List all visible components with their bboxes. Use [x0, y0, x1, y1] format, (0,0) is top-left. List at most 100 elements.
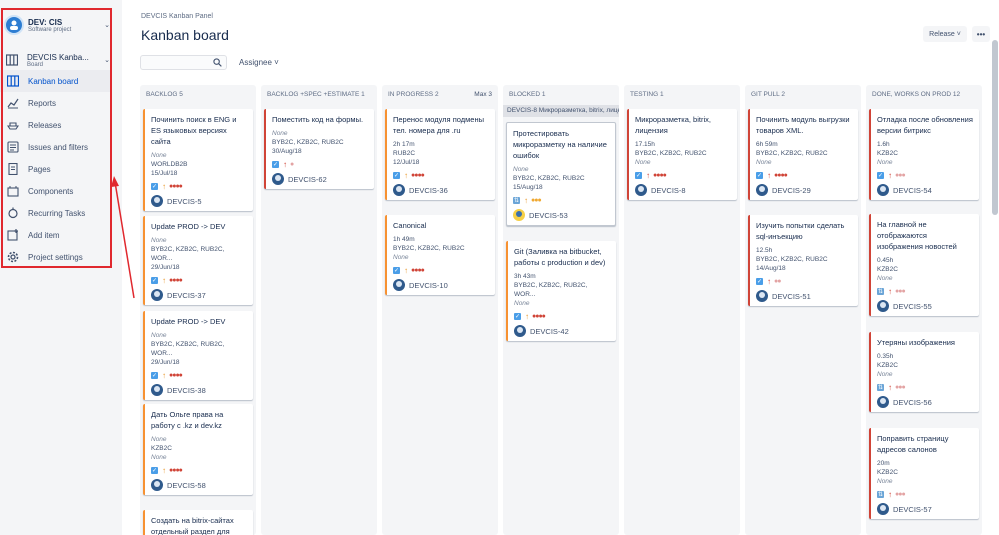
card-meta: 3h 43m [514, 273, 536, 280]
estimate-dots-icon: ●●● [895, 172, 906, 179]
sidebar-item-recurring-tasks[interactable]: Recurring Tasks [0, 202, 112, 224]
release-button[interactable]: Release ˅ [923, 26, 967, 42]
card-title: Изучить попытки сделать sql-инъекцию [756, 221, 845, 241]
issue-key[interactable]: DEVCIS-38 [167, 386, 206, 395]
issue-key[interactable]: DEVCIS-36 [409, 186, 448, 195]
card-meta: 12.5h [756, 247, 773, 254]
sidebar-item-issues[interactable]: Issues and filters [0, 136, 112, 158]
sidebar-item-add-item[interactable]: Add item [0, 224, 112, 246]
chevron-down-icon[interactable]: ⌄ [104, 56, 110, 64]
priority-arrow-icon: ↑ [525, 312, 529, 321]
issue-key[interactable]: DEVCIS-10 [409, 281, 448, 290]
sidebar-item-pages[interactable]: Pages [0, 158, 112, 180]
sidebar-item-kanban-board[interactable]: Kanban board [0, 70, 112, 92]
issue-card[interactable]: Перенос модуля подмены тел. номера для .… [385, 109, 495, 200]
issue-card[interactable]: Починить поиск в ENG и ES языковых верси… [143, 109, 253, 211]
issue-card[interactable]: На главной не отображаются изображения н… [869, 214, 979, 316]
sidebar-item-components[interactable]: Components [0, 180, 112, 202]
task-type-icon: ✓ [877, 172, 884, 179]
sidebar-item-reports[interactable]: Reports [0, 92, 112, 114]
estimate-dots-icon: ●●●● [411, 172, 425, 179]
issue-key[interactable]: DEVCIS-53 [529, 211, 568, 220]
card-meta: None [272, 130, 288, 137]
card-title: Протестировать микроразметку на наличие … [513, 129, 607, 160]
card-meta: 29/Jun/18 [151, 264, 180, 271]
column-header: BACKLOG +SPEC +ESTIMATE 1 [261, 85, 377, 105]
column-blocked: BLOCKED 1 DEVCIS-8 Микроразметка, bitrix… [503, 85, 619, 535]
column-header: IN PROGRESS 2 Max 3 [382, 85, 498, 105]
issue-key[interactable]: DEVCIS-56 [893, 398, 932, 407]
issue-key[interactable]: DEVCIS-8 [651, 186, 686, 195]
issue-card[interactable]: Изучить попытки сделать sql-инъекцию 12.… [748, 215, 858, 306]
page-icon [8, 163, 18, 175]
issue-key[interactable]: DEVCIS-54 [893, 186, 932, 195]
sidebar-item-label: Pages [28, 164, 51, 174]
estimate-dots-icon: ●●●● [169, 277, 183, 284]
sidebar-item-releases[interactable]: Releases [0, 114, 112, 136]
issue-card[interactable]: Протестировать микроразметку на наличие … [506, 122, 616, 226]
priority-arrow-icon: ↑ [888, 287, 892, 296]
issue-card[interactable]: Отладка после обновления версии битрикс … [869, 109, 979, 200]
task-type-icon: ✓ [635, 172, 642, 179]
issue-key[interactable]: DEVCIS-62 [288, 175, 327, 184]
issue-card[interactable]: Поправить страницу адресов салонов 20m K… [869, 428, 979, 519]
priority-arrow-icon: ↑ [283, 160, 287, 169]
issue-key[interactable]: DEVCIS-42 [530, 327, 569, 336]
issue-card[interactable]: Update PROD -> DEV None BYB2C, KZB2C, RU… [143, 311, 253, 400]
issue-key[interactable]: DEVCIS-51 [772, 292, 811, 301]
sidebar-item-project-settings[interactable]: Project settings [0, 246, 112, 268]
sidebar-item-label: Components [28, 186, 74, 196]
task-type-icon: ✓ [151, 277, 158, 284]
issue-card[interactable]: Создать на bitrix-сайтах отдельный разде… [143, 510, 253, 535]
issue-key[interactable]: DEVCIS-57 [893, 505, 932, 514]
issue-card[interactable]: Поместить код на формы. None BYB2C, KZB2… [264, 109, 374, 189]
column-git-pull: GIT PULL 2 Починить модуль выгрузки това… [745, 85, 861, 535]
card-meta: None [756, 159, 772, 166]
issue-card[interactable]: Починить модуль выгрузки товаров XML. 6h… [748, 109, 858, 200]
chevron-down-icon[interactable]: ⌄ [104, 21, 110, 29]
issue-card[interactable]: Дать Ольге права на работу с .kz и dev.k… [143, 404, 253, 495]
swimlane-header[interactable]: DEVCIS-8 Микроразметка, bitrix, лиценз [503, 105, 619, 117]
issue-card[interactable]: Утеряны изображения 0.35h KZB2C None ⇅ ↑ ●… [869, 332, 979, 412]
issue-key[interactable]: DEVCIS-37 [167, 291, 206, 300]
issue-card[interactable]: Canonical 1h 49m BYB2C, KZB2C, RUB2C Non… [385, 215, 495, 295]
column-title: BLOCKED 1 [509, 91, 546, 98]
project-name: DEV: CIS [28, 17, 63, 27]
sidebar-item-label: Project settings [28, 252, 83, 262]
task-type-icon: ✓ [151, 467, 158, 474]
card-meta: BYB2C, KZB2C, RUB2C, WOR... [151, 246, 225, 262]
task-type-icon: ✓ [151, 372, 158, 379]
issue-card[interactable]: Git (Заливка на bitbucket, работы с prod… [506, 241, 616, 341]
card-meta: KZB2C [877, 150, 898, 157]
card-meta: None [151, 237, 167, 244]
sidebar: DEV: CIS Software project ⌄ DEVCIS Kanba… [0, 0, 122, 535]
board-selector[interactable]: DEVCIS Kanba... Board ⌄ [6, 50, 110, 70]
priority-arrow-icon: ↑ [162, 276, 166, 285]
search-icon [213, 58, 222, 67]
task-type-icon: ✓ [514, 313, 521, 320]
issue-key[interactable]: DEVCIS-29 [772, 186, 811, 195]
card-title: Утеряны изображения [877, 338, 955, 347]
priority-arrow-icon: ↑ [162, 371, 166, 380]
breadcrumb[interactable]: DEVCIS Kanban Panel [141, 13, 213, 20]
card-title: Дать Ольге права на работу с .kz и dev.k… [151, 410, 224, 430]
more-actions-button[interactable]: ••• [972, 26, 990, 42]
card-meta: None [151, 454, 167, 461]
card-meta: KZB2C [877, 266, 898, 273]
card-meta: 6h 59m [756, 141, 778, 148]
project-header[interactable]: DEV: CIS Software project ⌄ [4, 12, 110, 38]
card-meta: 12/Jul/18 [393, 159, 420, 166]
board-icon [6, 54, 18, 66]
task-type-icon: ✓ [756, 278, 763, 285]
issue-key[interactable]: DEVCIS-5 [167, 197, 202, 206]
assignee-filter[interactable]: Assignee ˅ [239, 58, 279, 67]
estimate-dots-icon: ●●● [895, 288, 906, 295]
issue-key[interactable]: DEVCIS-58 [167, 481, 206, 490]
card-meta: None [514, 300, 530, 307]
issue-card[interactable]: Микроразметка, bitrix, лицензия 17.15h B… [627, 109, 737, 200]
card-meta: 15/Jul/18 [151, 170, 178, 177]
issue-card[interactable]: Update PROD -> DEV None BYB2C, KZB2C, RU… [143, 216, 253, 305]
issue-key[interactable]: DEVCIS-55 [893, 302, 932, 311]
search-input[interactable] [140, 55, 227, 70]
card-meta: None [513, 166, 529, 173]
